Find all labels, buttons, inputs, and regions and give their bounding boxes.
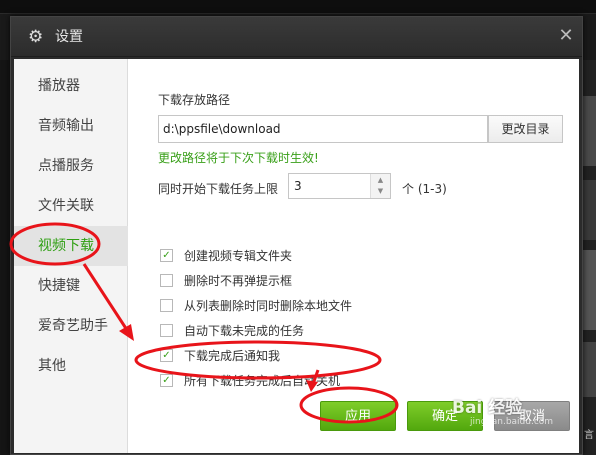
settings-sidebar: 播放器 音频输出 点播服务 文件关联 视频下载 快捷键 爱奇艺助手 其他: [14, 59, 128, 453]
baidu-watermark-url: jingyan.baidu.com: [470, 417, 554, 427]
option-label: 删除时不再弹提示框: [184, 274, 293, 288]
sidebar-item-player[interactable]: 播放器: [14, 66, 128, 106]
download-path-input[interactable]: d:\ppsfile\download: [158, 115, 488, 143]
concurrent-limit-label: 同时开始下载任务上限: [158, 182, 279, 196]
concurrent-limit-value[interactable]: 3: [294, 174, 302, 198]
checkbox-checked[interactable]: ✓: [160, 249, 173, 262]
sidebar-item-vod-service[interactable]: 点播服务: [14, 146, 128, 186]
gear-icon: ⚙: [28, 27, 44, 47]
checkbox-checked[interactable]: ✓: [160, 349, 173, 362]
path-change-hint: 更改路径将于下次下载时生效!: [158, 151, 319, 165]
dialog-title: 设置: [55, 29, 83, 45]
background-text: 言: [584, 430, 594, 441]
download-path-label: 下载存放路径: [158, 93, 231, 107]
checkbox-checked[interactable]: ✓: [160, 374, 173, 387]
checkbox-unchecked[interactable]: [160, 324, 173, 337]
background-app-bar: [0, 0, 596, 14]
sidebar-item-video-download[interactable]: 视频下载: [14, 226, 128, 266]
sidebar-item-file-association[interactable]: 文件关联: [14, 186, 128, 226]
dialog-titlebar: ⚙ 设置 ✕: [11, 17, 582, 57]
sidebar-item-iqiyi-assistant[interactable]: 爱奇艺助手: [14, 306, 128, 346]
apply-button[interactable]: 应用: [320, 401, 396, 431]
checkbox-unchecked[interactable]: [160, 299, 173, 312]
spinner-arrows-icon[interactable]: ▲ ▼: [370, 174, 390, 198]
option-label: 从列表删除时同时删除本地文件: [184, 299, 353, 313]
option-label: 自动下载未完成的任务: [184, 324, 305, 338]
sidebar-item-audio-output[interactable]: 音频输出: [14, 106, 128, 146]
settings-dialog: ⚙ 设置 ✕ 播放器 音频输出 点播服务 文件关联 视频下载 快捷键 爱奇艺助手…: [10, 16, 583, 455]
concurrent-limit-spinner[interactable]: 3 ▲ ▼: [288, 173, 391, 199]
checkbox-unchecked[interactable]: [160, 274, 173, 287]
baidu-watermark: Bai 经验: [452, 398, 523, 418]
background-left-strip: [0, 60, 10, 455]
background-right-strip: [583, 60, 596, 455]
close-icon[interactable]: ✕: [556, 26, 576, 46]
option-label: 创建视频专辑文件夹: [184, 249, 293, 263]
sidebar-item-shortcuts[interactable]: 快捷键: [14, 266, 128, 306]
option-label: 下载完成后通知我: [184, 349, 281, 363]
concurrent-limit-unit: 个 (1-3): [402, 182, 447, 196]
sidebar-item-other[interactable]: 其他: [14, 346, 128, 386]
change-directory-button[interactable]: 更改目录: [488, 115, 563, 143]
option-label: 所有下载任务完成后自动关机: [184, 374, 341, 388]
